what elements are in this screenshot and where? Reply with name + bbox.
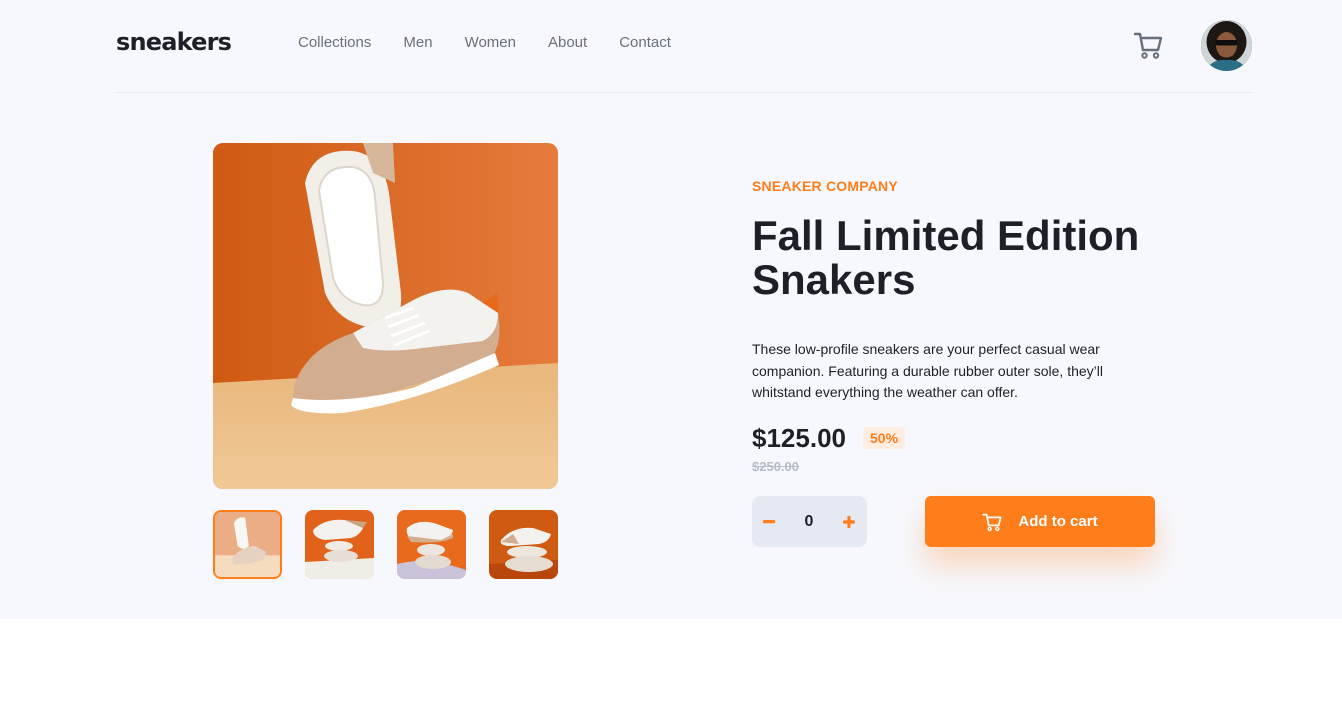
- thumbnail-3-image: [397, 510, 466, 579]
- thumbnail-2[interactable]: [305, 510, 374, 579]
- thumbnail-1[interactable]: [213, 510, 282, 579]
- product-title: Fall Limited Edition Snakers: [752, 212, 1140, 303]
- main-nav: Collections Men Women About Contact: [298, 34, 671, 51]
- discount-badge: 50%: [863, 427, 906, 449]
- page-footer-space: [0, 619, 1342, 726]
- nav-about[interactable]: About: [548, 34, 587, 51]
- site-header: sneakers Collections Men Women About Con…: [116, 0, 1252, 93]
- avatar-image: [1201, 20, 1252, 71]
- plus-icon: [843, 515, 855, 528]
- logo[interactable]: sneakers: [116, 28, 232, 56]
- quantity-stepper: 0: [752, 496, 867, 547]
- add-to-cart-label: Add to cart: [1018, 513, 1098, 530]
- thumbnail-2-image: [305, 510, 374, 579]
- quantity-value: 0: [804, 513, 814, 530]
- avatar[interactable]: [1201, 20, 1252, 71]
- original-price: $250.00: [752, 459, 799, 474]
- page: sneakers Collections Men Women About Con…: [0, 0, 1342, 619]
- cart-icon: [1133, 32, 1163, 59]
- add-to-cart-button[interactable]: Add to cart: [925, 496, 1155, 547]
- nav-contact[interactable]: Contact: [619, 34, 671, 51]
- thumbnail-4-image: [489, 510, 558, 579]
- thumbnail-strip: [213, 510, 558, 579]
- nav-men[interactable]: Men: [403, 34, 432, 51]
- product-main-image[interactable]: [213, 143, 558, 489]
- quantity-decrease-button[interactable]: [752, 496, 786, 547]
- current-price: $125.00: [752, 423, 846, 453]
- thumbnail-1-image: [215, 512, 280, 577]
- product-description: These low-profile sneakers are your perf…: [752, 341, 1103, 400]
- nav-women[interactable]: Women: [465, 34, 516, 51]
- cart-button[interactable]: [1132, 28, 1164, 62]
- cart-icon: [982, 513, 1002, 531]
- minus-icon: [763, 519, 775, 523]
- quantity-increase-button[interactable]: [832, 496, 866, 547]
- thumbnail-4[interactable]: [489, 510, 558, 579]
- company-name: SNEAKER COMPANY: [752, 178, 898, 194]
- nav-collections[interactable]: Collections: [298, 34, 371, 51]
- thumbnail-3[interactable]: [397, 510, 466, 579]
- sneaker-product-photo: [213, 143, 558, 489]
